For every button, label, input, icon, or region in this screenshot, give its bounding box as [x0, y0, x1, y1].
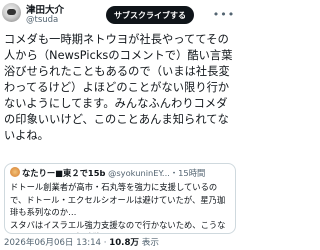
tweet-header: 津田大介 @tsuda サブスクライブする ••• — [0, 0, 241, 28]
quoted-author-handle: @syokuninEY... — [108, 168, 170, 178]
quoted-tweet-header: なたりー■東２で15b @syokuninEY...・15時間 — [10, 167, 231, 181]
subscribe-button[interactable]: サブスクライブする — [106, 6, 194, 24]
quoted-tweet-time: 15時間 — [178, 168, 206, 178]
author-handle[interactable]: @tsuda — [26, 15, 58, 25]
tweet-timestamp[interactable]: 2026年06月06日 13:14 · — [4, 238, 109, 248]
quoted-author-avatar — [10, 167, 20, 177]
views-label: 表示 — [139, 238, 159, 248]
tweet-text: コメダも一時期ネトウヨが社長やっててその人から（NewsPicksのコメントで）… — [4, 33, 233, 142]
quoted-author-name: なたり — [22, 168, 47, 178]
author-name[interactable]: 津田大介 — [26, 2, 64, 16]
tweet-footer: 2026年06月06日 13:14 · 10.8万 表示 — [4, 236, 240, 248]
quoted-tweet-text: ドトール創業者が高市・石丸等を強力に支援しているので、ドトール・エクセルシオール… — [10, 182, 226, 233]
separator-dot: ・ — [169, 168, 179, 178]
quoted-author-name-suffix: ー■東２で15b — [46, 168, 106, 178]
quoted-tweet[interactable]: なたりー■東２で15b @syokuninEY...・15時間 ドトール創業者が… — [4, 163, 236, 234]
more-dots-icon[interactable]: ••• — [213, 7, 234, 21]
author-avatar[interactable] — [2, 3, 21, 22]
views-count: 10.8万 — [109, 238, 140, 248]
